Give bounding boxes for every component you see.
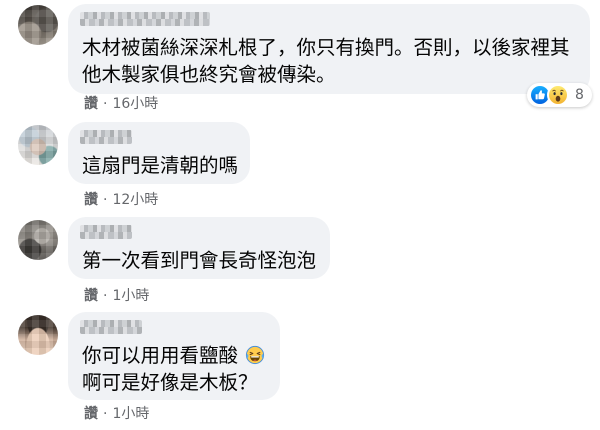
commenter-avatar[interactable]	[18, 125, 58, 165]
action-separator: ·	[103, 192, 108, 208]
like-button[interactable]: 讚	[84, 192, 98, 208]
comment-timestamp[interactable]: 1小時	[112, 406, 149, 422]
action-separator: ·	[103, 96, 108, 112]
reaction-count: 8	[575, 87, 584, 103]
comment-bubble: 第一次看到門會長奇怪泡泡	[68, 217, 330, 279]
reactions-summary[interactable]: 8	[527, 83, 592, 107]
comment-bubble: 木材被菌絲深深札根了，你只有換門。否則，以後家裡其 他木製家俱也終究會被傳染。	[68, 4, 590, 94]
comment-text-line: 木材被菌絲深深札根了，你只有換門。否則，以後家裡其	[82, 36, 570, 59]
comment-timestamp[interactable]: 12小時	[112, 192, 158, 208]
commenter-name[interactable]	[80, 320, 142, 334]
commenter-avatar[interactable]	[18, 5, 58, 45]
comment-text-line: 他木製家俱也終究會被傳染。	[82, 63, 336, 86]
comment-bubble: 這扇門是清朝的嗎	[68, 122, 250, 184]
comment-timestamp[interactable]: 16小時	[112, 96, 158, 112]
comment-text: 你可以用用看鹽酸 啊可是好像是木板？	[82, 342, 265, 396]
comment-actions: 讚 · 1小時	[84, 405, 149, 423]
wow-reaction-icon	[547, 84, 569, 106]
comment-text: 第一次看到門會長奇怪泡泡	[82, 247, 316, 274]
action-separator: ·	[103, 288, 108, 304]
comment-text-line: 第一次看到門會長奇怪泡泡	[82, 249, 317, 272]
comment-text: 這扇門是清朝的嗎	[82, 152, 238, 179]
comment-text-line: 這扇門是清朝的嗎	[82, 154, 239, 177]
like-button[interactable]: 讚	[84, 406, 98, 422]
comment-bubble: 你可以用用看鹽酸 啊可是好像是木板？	[68, 312, 280, 400]
comment-text-segment: 你可以用用看鹽酸	[82, 344, 239, 367]
comment-thread: 木材被菌絲深深札根了，你只有換門。否則，以後家裡其 他木製家俱也終究會被傳染。	[0, 0, 600, 430]
commenter-avatar[interactable]	[18, 315, 58, 355]
comment-timestamp[interactable]: 1小時	[112, 288, 149, 304]
comment-text: 木材被菌絲深深札根了，你只有換門。否則，以後家裡其 他木製家俱也終究會被傳染。	[82, 34, 570, 88]
laughing-emoji-icon	[245, 345, 265, 365]
commenter-name[interactable]	[80, 12, 210, 26]
comment-text-line: 啊可是好像是木板？	[82, 371, 258, 394]
comment-actions: 讚 · 12小時	[84, 191, 158, 209]
comment-text-line: 你可以用用看鹽酸	[82, 342, 265, 369]
comment-actions: 讚 · 1小時	[84, 287, 149, 305]
like-button[interactable]: 讚	[84, 288, 98, 304]
commenter-name[interactable]	[80, 225, 132, 239]
action-separator: ·	[103, 406, 108, 422]
commenter-name[interactable]	[80, 130, 132, 144]
commenter-avatar[interactable]	[18, 220, 58, 260]
comment-actions: 讚 · 16小時	[84, 95, 158, 113]
like-button[interactable]: 讚	[84, 96, 98, 112]
